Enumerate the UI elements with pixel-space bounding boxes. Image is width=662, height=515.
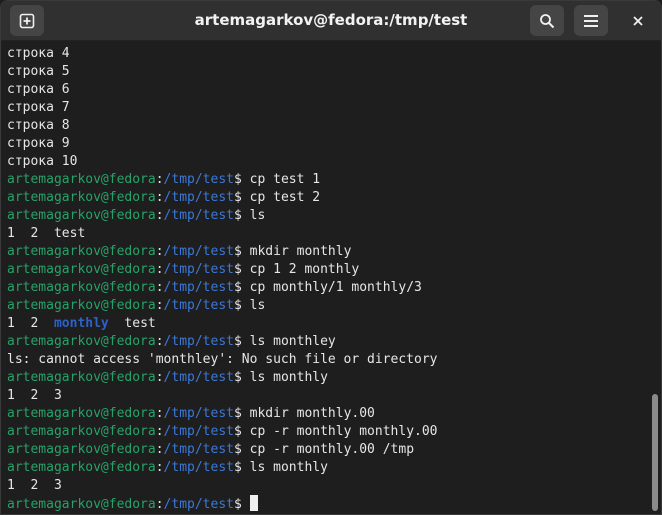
command-line: artemagarkov@fedora:/tmp/test$ ls monthl… [7, 370, 328, 385]
command-text: cp test 1 [249, 172, 321, 187]
command-line: artemagarkov@fedora:/tmp/test$ mkdir mon… [7, 406, 375, 421]
text-cursor [249, 495, 258, 511]
prompt-path: /tmp/test [163, 262, 234, 277]
file-entry: 2 [30, 388, 39, 403]
file-entry: 2 [30, 316, 39, 331]
prompt-user: artemagarkov@fedora [7, 262, 156, 277]
close-button[interactable] [621, 5, 655, 36]
search-button[interactable] [530, 5, 564, 36]
command-line: artemagarkov@fedora:/tmp/test$ ls monthl… [7, 460, 328, 475]
file-entry: 3 [53, 388, 62, 403]
file-entry: 1 [7, 478, 15, 493]
title-bar: artemagarkov@fedora:/tmp/test [1, 1, 661, 41]
output-line: ls: cannot access 'monthley': No such fi… [7, 352, 438, 367]
command-text: cp 1 2 monthly [249, 262, 360, 277]
command-text: ls monthly [249, 460, 328, 475]
output-line: строка 8 [7, 118, 70, 133]
file-entry: test [124, 316, 156, 331]
command-line: artemagarkov@fedora:/tmp/test$ ls [7, 208, 266, 223]
output-line: строка 5 [7, 64, 70, 79]
command-text: mkdir monthly [249, 244, 352, 259]
prompt-user: artemagarkov@fedora [7, 497, 156, 512]
file-entry: 1 [7, 388, 15, 403]
terminal-window: artemagarkov@fedora:/tmp/test строка 4 ст… [0, 0, 662, 515]
ls-output-line: 1 2 monthly test [7, 315, 647, 333]
command-line: artemagarkov@fedora:/tmp/test$ cp monthl… [7, 280, 422, 295]
command-text: ls [249, 208, 266, 223]
prompt-path: /tmp/test [163, 244, 234, 259]
command-line: artemagarkov@fedora:/tmp/test$ cp test 2 [7, 190, 321, 205]
prompt-user: artemagarkov@fedora [7, 208, 156, 223]
prompt-user: artemagarkov@fedora [7, 190, 156, 205]
command-text: cp test 2 [249, 190, 321, 205]
ls-output-line: 1 2 test [7, 225, 647, 243]
command-text: ls monthley [249, 334, 336, 349]
command-text: ls monthly [249, 370, 328, 385]
command-text: cp -r monthly monthly.00 [249, 424, 438, 439]
prompt-path: /tmp/test [163, 460, 234, 475]
output-line: строка 10 [7, 154, 78, 169]
command-text: cp monthly/1 monthly/3 [249, 280, 422, 295]
output-line: строка 7 [7, 100, 70, 115]
prompt-path: /tmp/test [163, 370, 234, 385]
command-line: artemagarkov@fedora:/tmp/test$ mkdir mon… [7, 244, 352, 259]
prompt-user: artemagarkov@fedora [7, 370, 156, 385]
prompt-user: artemagarkov@fedora [7, 406, 156, 421]
prompt-path: /tmp/test [163, 497, 234, 512]
command-line: artemagarkov@fedora:/tmp/test$ cp 1 2 mo… [7, 262, 360, 277]
prompt-user: artemagarkov@fedora [7, 424, 156, 439]
command-text: mkdir monthly.00 [249, 406, 375, 421]
prompt-user: artemagarkov@fedora [7, 442, 156, 457]
hamburger-menu-icon [584, 14, 598, 27]
file-entry: 2 [30, 478, 39, 493]
output-line: строка 4 [7, 46, 70, 61]
menu-button[interactable] [574, 5, 608, 36]
directory-entry: monthly [53, 316, 109, 331]
command-text: cp -r monthly.00 /tmp [249, 442, 415, 457]
prompt-user: artemagarkov@fedora [7, 460, 156, 475]
output-line: строка 6 [7, 82, 70, 97]
search-icon [540, 13, 555, 28]
prompt-user: artemagarkov@fedora [7, 334, 156, 349]
command-text: ls [249, 298, 266, 313]
prompt-path: /tmp/test [163, 208, 234, 223]
command-line: artemagarkov@fedora:/tmp/test$ ls [7, 298, 266, 313]
scrollbar[interactable] [652, 394, 658, 511]
prompt-path: /tmp/test [163, 442, 234, 457]
file-entry: test [53, 226, 86, 241]
prompt-path: /tmp/test [163, 190, 234, 205]
output-line: строка 9 [7, 136, 70, 151]
close-icon [633, 15, 643, 26]
command-line: artemagarkov@fedora:/tmp/test$ cp test 1 [7, 172, 321, 187]
prompt-user: artemagarkov@fedora [7, 280, 156, 295]
prompt-user: artemagarkov@fedora [7, 298, 156, 313]
prompt-path: /tmp/test [163, 424, 234, 439]
prompt-user: artemagarkov@fedora [7, 244, 156, 259]
command-line: artemagarkov@fedora:/tmp/test$ cp -r mon… [7, 424, 438, 439]
prompt-path: /tmp/test [163, 406, 234, 421]
file-entry: 2 [30, 226, 39, 241]
prompt-path: /tmp/test [163, 298, 234, 313]
terminal-output[interactable]: строка 4 строка 5 строка 6 строка 7 строка 8… [7, 45, 647, 513]
file-entry: 3 [53, 478, 62, 493]
active-prompt-line: artemagarkov@fedora:/tmp/test$ [7, 495, 647, 513]
file-entry: 1 [7, 226, 15, 241]
ls-output-line: 1 2 3 [7, 477, 647, 495]
prompt-path: /tmp/test [163, 334, 234, 349]
file-entry: 1 [7, 316, 15, 331]
command-line: artemagarkov@fedora:/tmp/test$ ls monthl… [7, 334, 336, 349]
prompt-user: artemagarkov@fedora [7, 172, 156, 187]
ls-output-line: 1 2 3 [7, 387, 647, 405]
prompt-path: /tmp/test [163, 172, 234, 187]
prompt-path: /tmp/test [163, 280, 234, 295]
command-line: artemagarkov@fedora:/tmp/test$ cp -r mon… [7, 442, 415, 457]
